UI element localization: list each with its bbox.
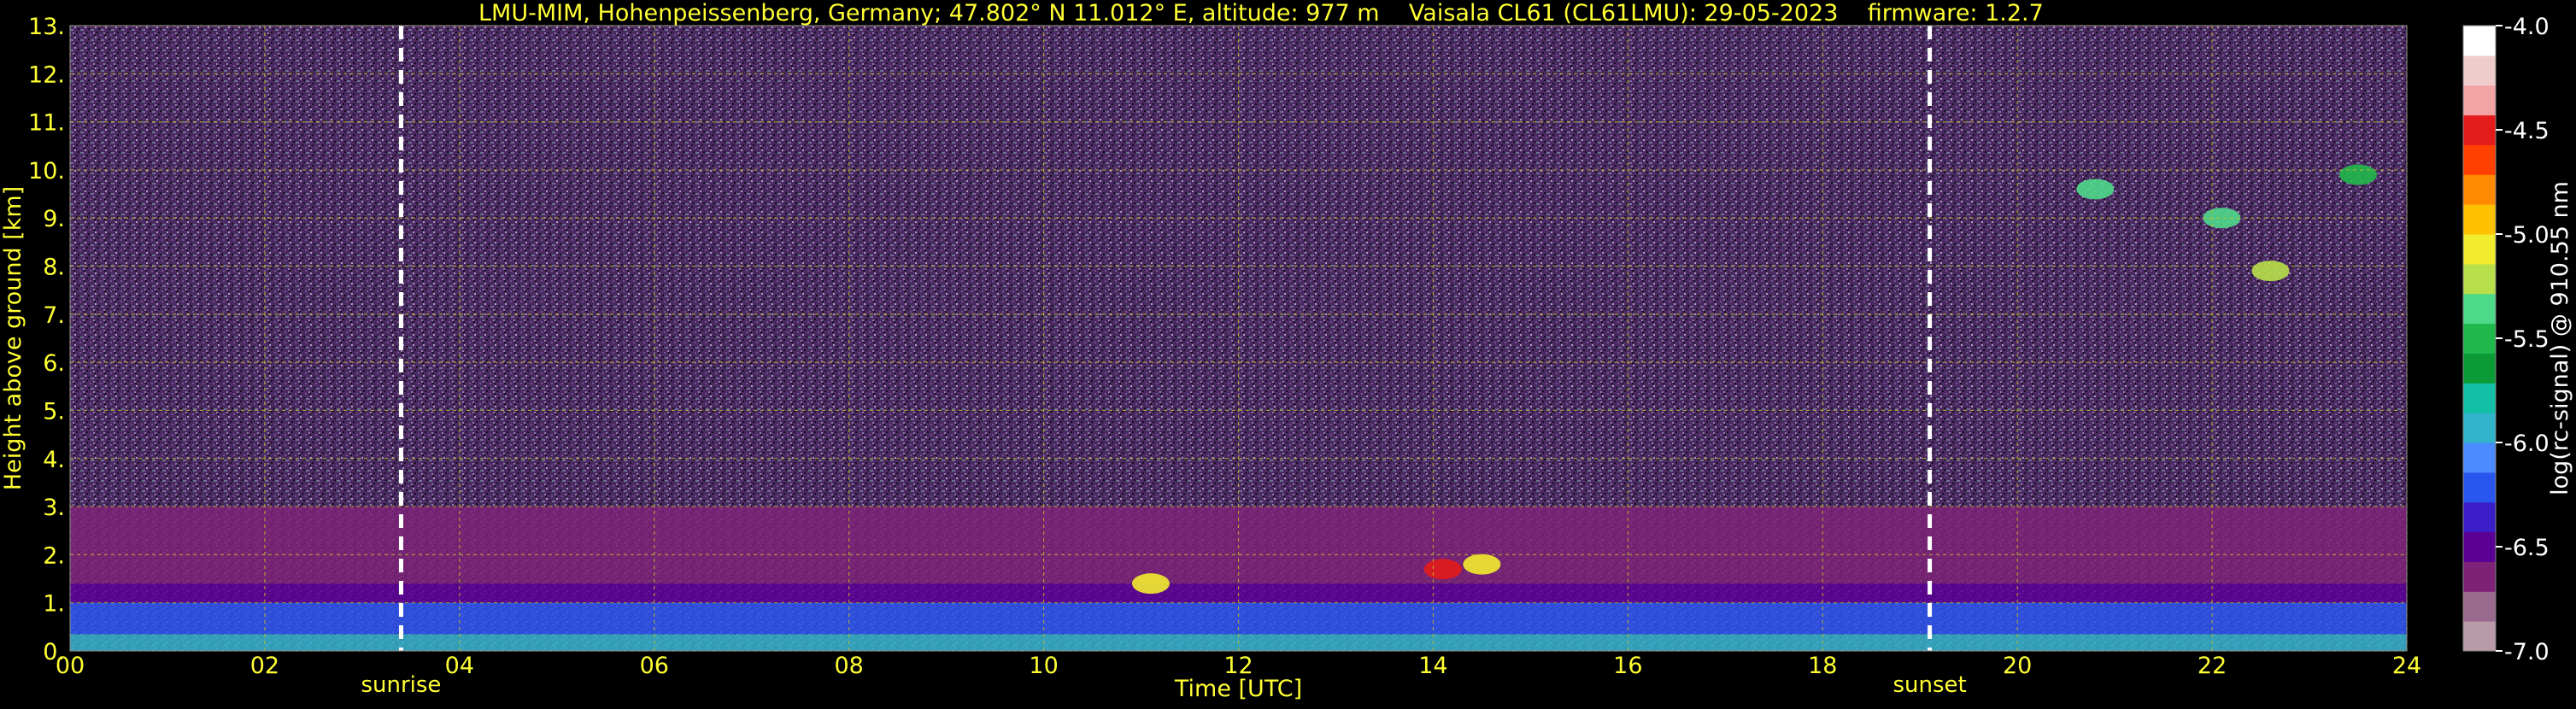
colorbar-segment [2463,144,2496,175]
colorbar-tick-label: -6.5 [2504,535,2550,561]
cloud-feature-0 [2076,179,2115,200]
y-tick-label: 11. [28,110,65,137]
colorbar-segment [2463,204,2496,235]
colorbar-segment [2463,531,2496,562]
y-tick-label: 9. [43,206,65,232]
colorbar-tick-label: -5.5 [2504,326,2550,353]
x-tick-label: 14 [1418,653,1447,679]
cloud-feature-5 [1423,559,1462,580]
cloud-feature-2 [2251,261,2290,282]
sunset-label: sunset [1892,672,1966,698]
y-axis-label: Height above ground [km] [0,186,26,490]
cloud-feature-3 [2339,164,2378,185]
x-tick-label: 10 [1029,653,1058,679]
x-tick-label: 18 [1808,653,1837,679]
x-axis-label: Time [UTC] [1174,676,1302,702]
cloud-feature-1 [2203,208,2241,229]
colorbar-segment [2463,114,2496,145]
colorbar-segment [2463,442,2496,473]
y-tick-label: 4. [43,447,65,473]
colorbar-segment [2463,26,2496,56]
colorbar-segment [2463,591,2496,622]
chart-svg: sunrise sunset00 02 04 06 08 10 12 14 16 18 20 22 240… [0,14,2573,702]
y-tick-label: 8. [43,255,65,281]
y-tick-label: 10. [28,158,65,185]
cloud-feature-6 [1463,554,1501,575]
chart-title: LMU-MIM, Hohenpeissenberg, Germany; 47.8… [478,0,2044,26]
sunrise-label: sunrise [361,672,441,698]
x-tick-label: 02 [250,653,279,679]
colorbar-segment [2463,472,2496,503]
y-tick-label: 5. [43,398,65,425]
colorbar-segment [2463,174,2496,205]
colorbar-segment [2463,561,2496,592]
colorbar-segment [2463,353,2496,384]
y-tick-label: 1. [43,591,65,618]
colorbar-segment [2463,413,2496,443]
colorbar-segment [2463,234,2496,265]
colorbar-segment [2463,383,2496,413]
y-tick-label: 2. [43,542,65,569]
y-tick-label: 0. [43,639,65,665]
y-tick-label: 13. [28,14,65,40]
y-tick-label: 3. [43,495,65,521]
x-tick-label: 06 [640,653,669,679]
x-tick-label: 22 [2198,653,2227,679]
colorbar-segment [2463,55,2496,86]
colorbar-tick-label: -7.0 [2504,639,2550,665]
x-tick-label: 20 [2003,653,2032,679]
colorbar-tick-label: -6.0 [2504,431,2550,457]
colorbar-segment [2463,621,2496,652]
x-tick-label: 08 [834,653,863,679]
colorbar-segment [2463,501,2496,533]
cloud-feature-4 [1131,573,1170,595]
colorbar-segment [2463,263,2496,295]
x-tick-label: 16 [1613,653,1642,679]
colorbar-segment [2463,293,2496,325]
colorbar-segment [2463,323,2496,354]
y-tick-label: 7. [43,302,65,329]
ceilometer-chart: LMU-MIM, Hohenpeissenberg, Germany; 47.8… [0,0,2576,706]
colorbar-tick-label: -5.0 [2504,222,2550,249]
colorbar-tick-label: -4.0 [2504,14,2550,40]
y-tick-label: 12. [28,62,65,88]
x-tick-label: 24 [2392,653,2421,679]
colorbar-label: log(rc-signal) @ 910.55 nm [2547,181,2573,495]
y-tick-label: 6. [43,350,65,377]
colorbar-segment [2463,85,2496,116]
x-tick-label: 04 [445,653,474,679]
colorbar-tick-label: -4.5 [2504,118,2550,144]
